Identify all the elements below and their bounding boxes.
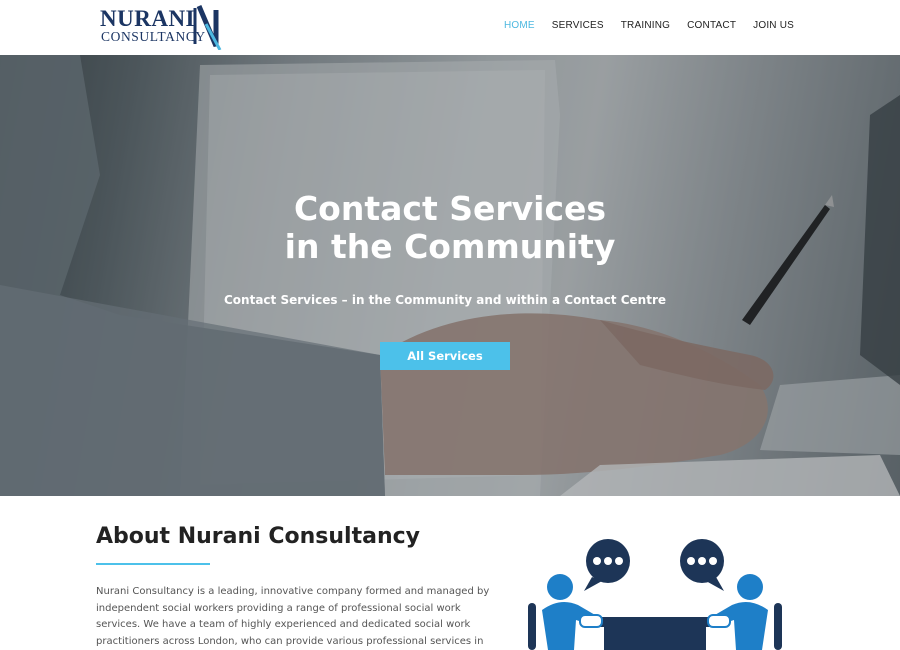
nav-contact[interactable]: CONTACT <box>687 20 736 31</box>
nav-join-us[interactable]: JOIN US <box>753 20 794 31</box>
nav-home[interactable]: HOME <box>504 20 535 31</box>
about-divider <box>96 563 210 565</box>
hero-title-line-2: in the Community <box>284 227 616 266</box>
nav-services[interactable]: SERVICES <box>552 20 604 31</box>
speech-bubble-right-icon <box>680 539 724 591</box>
all-services-button[interactable]: All Services <box>380 342 510 370</box>
logo-tagline: CONSULTANCY <box>101 29 206 44</box>
hero-title: Contact Services in the Community <box>0 190 900 266</box>
hero-overlay <box>0 55 900 496</box>
hero-banner: Contact Services in the Community Contac… <box>0 55 900 496</box>
about-text: Nurani Consultancy is a leading, innovat… <box>96 586 490 647</box>
speech-bubble-left-icon <box>584 539 630 591</box>
about-title: About Nurani Consultancy <box>96 524 420 549</box>
hero-subtitle: Contact Services – in the Community and … <box>224 293 666 307</box>
hero-title-line-1: Contact Services <box>293 189 607 228</box>
site-header: NURANI CONSULTANCY HOME SERVICES TRAININ… <box>0 0 900 55</box>
nav-training[interactable]: TRAINING <box>621 20 670 31</box>
logo[interactable]: NURANI CONSULTANCY <box>100 4 230 50</box>
logo-mark-icon <box>193 5 222 50</box>
main-nav: HOME SERVICES TRAINING CONTACT JOIN US <box>487 20 794 31</box>
meeting-icon <box>528 539 782 650</box>
